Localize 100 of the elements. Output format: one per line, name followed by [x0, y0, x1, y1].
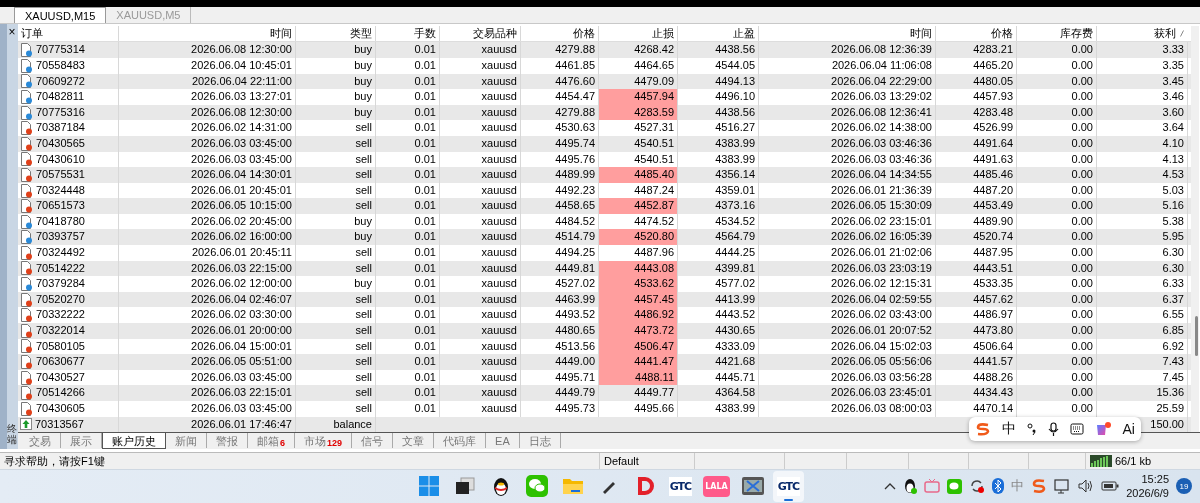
table-cell: xauusd: [440, 198, 521, 214]
table-cell: 4383.99: [678, 401, 759, 417]
table-cell: 2026.06.08 12:36:39: [759, 42, 936, 58]
order-number: 70575531: [36, 167, 85, 183]
table-cell: sell: [296, 385, 376, 401]
sogou-icon[interactable]: [1031, 478, 1048, 495]
table-cell: 2026.06.01 20:45:11: [119, 245, 296, 261]
table-cell: 0.01: [376, 57, 440, 74]
document-icon: [20, 230, 33, 245]
table-cell: 0.00: [1017, 260, 1097, 277]
order-number: 70393757: [36, 229, 85, 245]
panel-tab[interactable]: 信号: [352, 433, 394, 449]
column-header[interactable]: 价格: [936, 26, 1017, 42]
order-number: 70580105: [36, 338, 85, 354]
table-cell: 0.00: [1017, 73, 1097, 90]
table-cell: 6.30: [1097, 245, 1188, 261]
table-cell: buy: [296, 89, 376, 105]
column-header[interactable]: 时间: [759, 26, 936, 42]
notification-badge[interactable]: 19: [1176, 478, 1192, 495]
keyboard-icon[interactable]: [1069, 423, 1084, 435]
table-cell: 2026.06.05 05:56:06: [759, 354, 936, 370]
column-header[interactable]: 止盈: [678, 26, 759, 42]
table-cell: 4453.49: [936, 198, 1017, 214]
order-number: 70775314: [36, 42, 85, 58]
table-cell: 0.01: [376, 323, 440, 339]
table-cell: 2026.06.02 16:05:39: [759, 229, 936, 246]
document-icon: [20, 74, 33, 89]
column-header[interactable]: 手数: [376, 26, 440, 42]
table-cell: 5.16: [1097, 198, 1188, 214]
panel-tab[interactable]: 代码库: [434, 433, 487, 449]
table-cell: 4430.65: [678, 323, 759, 339]
order-number: 70322014: [36, 323, 85, 339]
monitor-icon[interactable]: [1054, 478, 1072, 494]
panel-tab[interactable]: 文章: [393, 433, 435, 449]
column-header[interactable]: 获利: [1154, 26, 1176, 42]
table-cell: xauusd: [440, 354, 521, 370]
table-cell: 4461.85: [521, 57, 599, 74]
speaker-icon[interactable]: [1078, 479, 1095, 494]
panel-tab[interactable]: 新闻: [166, 433, 207, 449]
table-cell: 4457.62: [936, 291, 1017, 308]
column-header[interactable]: 库存费: [1017, 26, 1097, 42]
order-number: 70558483: [36, 57, 85, 73]
panel-tab[interactable]: 日志: [519, 433, 561, 449]
order-number: 70332222: [36, 307, 85, 323]
order-number: 70324448: [36, 182, 85, 198]
order-number: 70514222: [36, 260, 85, 276]
table-cell: buy: [296, 104, 376, 121]
table-cell: 4494.13: [678, 73, 759, 90]
column-header[interactable]: 时间: [119, 26, 296, 42]
punctuation-icon[interactable]: [1026, 423, 1037, 435]
table-cell: 0.01: [376, 167, 440, 183]
table-cell: 7.43: [1097, 354, 1188, 370]
column-header[interactable]: 价格: [521, 26, 599, 42]
chat-bubbles-icon: [525, 475, 548, 498]
table-cell: 0.01: [376, 120, 440, 136]
column-header[interactable]: 订单: [18, 26, 119, 42]
column-header[interactable]: 类型: [296, 26, 376, 42]
table-cell: 0.01: [376, 291, 440, 308]
table-cell: 4564.79: [678, 229, 759, 246]
table-cell: 2026.06.03 23:03:19: [759, 260, 936, 277]
battery-icon[interactable]: [1101, 480, 1120, 493]
panel-tab[interactable]: 账户历史: [102, 433, 166, 450]
table-cell: 4520.80: [599, 229, 678, 246]
panel-tab[interactable]: 交易: [20, 433, 61, 449]
table-cell: 2026.06.02 12:15:31: [759, 276, 936, 292]
document-icon: [20, 245, 33, 260]
order-number: 70651573: [36, 198, 85, 214]
microphone-icon[interactable]: [1047, 421, 1059, 437]
scrollbar-thumb[interactable]: [1195, 316, 1198, 357]
document-icon: [20, 152, 33, 167]
table-cell: 4485.46: [936, 167, 1017, 183]
table-cell: 2026.06.03 13:27:01: [119, 89, 296, 105]
bluetooth-icon[interactable]: [992, 478, 1005, 495]
column-header[interactable]: 止损: [599, 26, 678, 42]
input-mode-button[interactable]: 中: [1001, 420, 1016, 438]
taskbar-app[interactable]: GTC: [773, 470, 804, 502]
sogou-icon[interactable]: [975, 422, 991, 436]
table-cell: 4441.57: [936, 354, 1017, 370]
table-cell: 4516.27: [678, 120, 759, 136]
chart-tab[interactable]: XAUUSD,M15: [14, 7, 107, 24]
penguin-icon[interactable]: [903, 478, 918, 495]
column-header[interactable]: 交易品种: [440, 26, 521, 42]
table-cell: 4533.35: [936, 276, 1017, 292]
table-cell: xauusd: [440, 245, 521, 261]
chevron-up-icon[interactable]: [884, 482, 897, 491]
document-icon: [20, 308, 33, 323]
sync-icon[interactable]: [969, 478, 986, 495]
table-cell: 4457.94: [599, 89, 678, 105]
table-cell: buy: [296, 42, 376, 58]
table-cell: 4383.99: [678, 135, 759, 152]
table-cell: 2026.06.03 13:29:02: [759, 89, 936, 105]
table-cell: 2026.06.04 02:59:55: [759, 291, 936, 308]
panel-tab[interactable]: 警报: [207, 433, 248, 449]
table-cell: buy: [296, 229, 376, 246]
table-cell: 15.36: [1097, 385, 1188, 401]
gradient-app-icon[interactable]: [1094, 421, 1112, 437]
close-icon[interactable]: ×: [8, 26, 16, 39]
clock[interactable]: 15:25 2026/6/9: [1126, 472, 1169, 501]
panel-tab[interactable]: EA: [486, 433, 520, 449]
table-cell: 2026.06.03 22:15:01: [119, 385, 296, 401]
